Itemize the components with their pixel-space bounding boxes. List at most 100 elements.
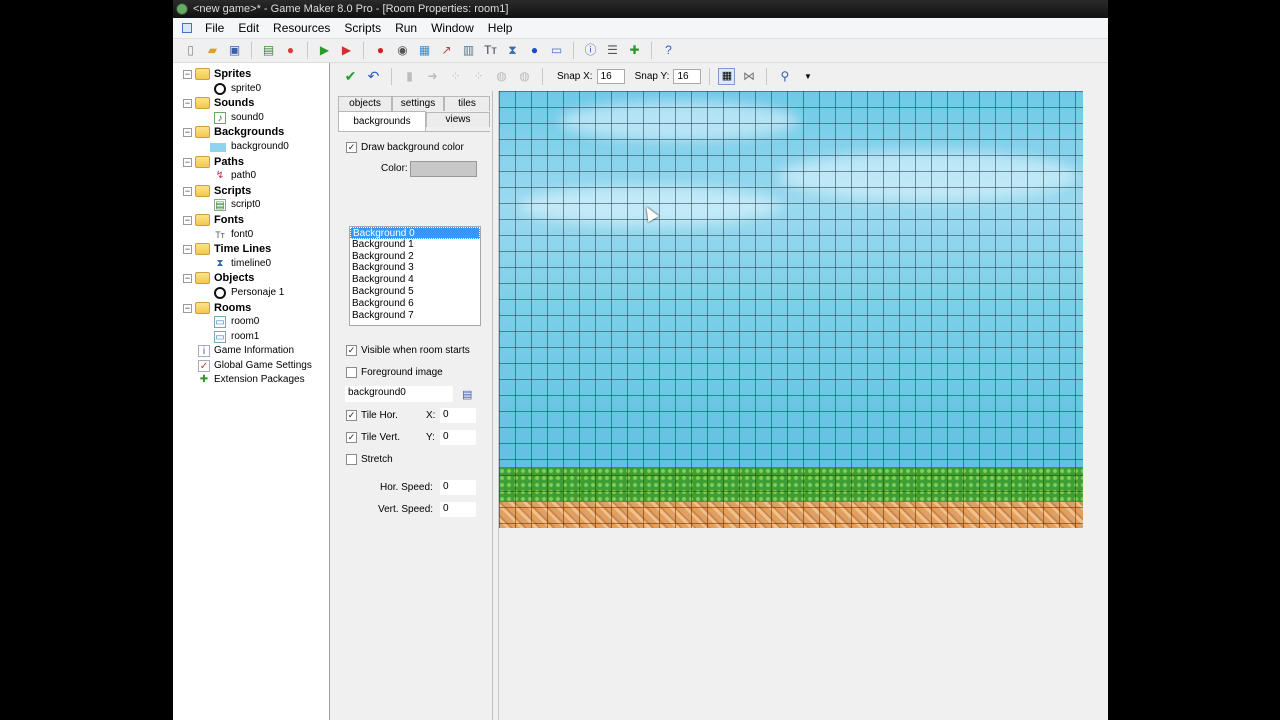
run-icon[interactable]: ▶ bbox=[315, 41, 334, 60]
grid-toggle-icon[interactable]: ▦ bbox=[718, 67, 736, 85]
tree-group-backgrounds[interactable]: − Backgrounds bbox=[173, 125, 329, 140]
list-item[interactable]: Background 0 bbox=[350, 227, 480, 239]
tree-item-room0[interactable]: ▭ room0 bbox=[173, 315, 329, 330]
tab-backgrounds[interactable]: backgrounds bbox=[338, 111, 426, 131]
snap-y-field[interactable]: 16 bbox=[673, 68, 702, 84]
room-canvas[interactable] bbox=[498, 91, 1108, 720]
tree-item-font0[interactable]: Tт font0 bbox=[173, 228, 329, 243]
list-item[interactable]: Background 7 bbox=[350, 310, 480, 322]
tree-group-sprites[interactable]: − Sprites bbox=[173, 67, 329, 82]
collapse-icon[interactable]: − bbox=[183, 215, 192, 225]
color-swatch[interactable] bbox=[410, 161, 477, 177]
save-icon[interactable]: ▣ bbox=[225, 41, 244, 60]
tree-item-extension-packages[interactable]: ✚ Extension Packages bbox=[173, 373, 329, 388]
collapse-icon[interactable]: − bbox=[183, 303, 192, 313]
shift-icon[interactable]: ➜ bbox=[423, 67, 442, 86]
create-timeline-icon[interactable]: ⧗ bbox=[503, 41, 522, 60]
isometric-grid-icon[interactable]: ⋈ bbox=[739, 67, 758, 86]
background-resource-field[interactable]: background0 bbox=[345, 386, 453, 402]
list-item[interactable]: Background 2 bbox=[350, 251, 480, 263]
publish-icon[interactable]: ● bbox=[281, 41, 300, 60]
tree-item-sprite0[interactable]: sprite0 bbox=[173, 82, 329, 97]
open-icon[interactable]: ▰ bbox=[203, 41, 222, 60]
menu-file[interactable]: File bbox=[198, 18, 231, 39]
create-font-icon[interactable]: Tт bbox=[481, 41, 500, 60]
collapse-icon[interactable]: − bbox=[183, 128, 192, 138]
sort-y-icon[interactable]: ⁘ bbox=[469, 67, 488, 86]
tree-group-paths[interactable]: − Paths bbox=[173, 155, 329, 170]
collapse-icon[interactable]: − bbox=[183, 245, 192, 255]
ok-check-icon[interactable]: ✔ bbox=[341, 67, 360, 86]
create-room-icon[interactable]: ▭ bbox=[547, 41, 566, 60]
create-object-icon[interactable]: ● bbox=[525, 41, 544, 60]
tree-item-personaje-1[interactable]: Personaje 1 bbox=[173, 286, 329, 301]
tree-group-rooms[interactable]: − Rooms bbox=[173, 301, 329, 316]
chevron-down-icon[interactable]: ▼ bbox=[798, 67, 817, 86]
list-item[interactable]: Background 4 bbox=[350, 274, 480, 286]
collapse-icon[interactable]: − bbox=[183, 157, 192, 167]
document-icon[interactable] bbox=[182, 23, 192, 33]
tree-item-global-game-settings[interactable]: ✓ Global Game Settings bbox=[173, 359, 329, 374]
foreground-checkbox[interactable] bbox=[346, 367, 357, 378]
menu-window[interactable]: Window bbox=[424, 18, 481, 39]
menu-help[interactable]: Help bbox=[481, 18, 520, 39]
create-sprite-icon[interactable]: ● bbox=[371, 41, 390, 60]
tree-item-sound0[interactable]: ♪ sound0 bbox=[173, 111, 329, 126]
collapse-icon[interactable]: − bbox=[183, 186, 192, 196]
clear-icon[interactable]: ▮ bbox=[400, 67, 419, 86]
tree-item-room1[interactable]: ▭ room1 bbox=[173, 330, 329, 345]
create-script-icon[interactable]: ▥ bbox=[459, 41, 478, 60]
create-sound-icon[interactable]: ◉ bbox=[393, 41, 412, 60]
tab-objects[interactable]: objects bbox=[338, 96, 392, 111]
menu-resources[interactable]: Resources bbox=[266, 18, 337, 39]
stretch-checkbox[interactable] bbox=[346, 454, 357, 465]
tree-group-objects[interactable]: − Objects bbox=[173, 271, 329, 286]
undo-icon[interactable]: ↶ bbox=[364, 67, 383, 86]
create-background-icon[interactable]: ▦ bbox=[415, 41, 434, 60]
collapse-icon[interactable]: − bbox=[183, 99, 192, 109]
tab-tiles[interactable]: tiles bbox=[444, 96, 490, 111]
hor-speed-field[interactable]: 0 bbox=[440, 480, 476, 495]
tree-item-script0[interactable]: ▤ script0 bbox=[173, 198, 329, 213]
tree-item-timeline0[interactable]: ⧗ timeline0 bbox=[173, 257, 329, 272]
tree-item-game-information[interactable]: i Game Information bbox=[173, 344, 329, 359]
extensions-icon[interactable]: ✚ bbox=[625, 41, 644, 60]
tile-vert-checkbox[interactable]: ✓ bbox=[346, 432, 357, 443]
collapse-icon[interactable]: − bbox=[183, 274, 192, 284]
new-icon[interactable]: ▯ bbox=[181, 41, 200, 60]
tree-group-timelines[interactable]: − Time Lines bbox=[173, 242, 329, 257]
tree-item-path0[interactable]: ↯ path0 bbox=[173, 169, 329, 184]
menu-edit[interactable]: Edit bbox=[231, 18, 266, 39]
draw-bg-color-checkbox[interactable]: ✓ bbox=[346, 142, 357, 153]
tree-group-scripts[interactable]: − Scripts bbox=[173, 184, 329, 199]
visible-checkbox[interactable]: ✓ bbox=[346, 345, 357, 356]
lock-icon[interactable]: ◍ bbox=[492, 67, 511, 86]
list-item[interactable]: Background 5 bbox=[350, 286, 480, 298]
vert-speed-field[interactable]: 0 bbox=[440, 502, 476, 517]
menu-scripts[interactable]: Scripts bbox=[337, 18, 388, 39]
sort-x-icon[interactable]: ⁘ bbox=[446, 67, 465, 86]
collapse-icon[interactable]: − bbox=[183, 70, 192, 79]
create-path-icon[interactable]: ↗ bbox=[437, 41, 456, 60]
list-item[interactable]: Background 6 bbox=[350, 298, 480, 310]
unlock-icon[interactable]: ◍ bbox=[515, 67, 534, 86]
help-icon[interactable]: ? bbox=[659, 41, 678, 60]
select-resource-icon[interactable]: ▤ bbox=[462, 388, 472, 401]
y-field[interactable]: 0 bbox=[440, 430, 476, 445]
tile-hor-checkbox[interactable]: ✓ bbox=[346, 410, 357, 421]
zoom-icon[interactable]: ⚲ bbox=[775, 67, 794, 86]
create-executable-icon[interactable]: ▤ bbox=[259, 41, 278, 60]
x-field[interactable]: 0 bbox=[440, 408, 476, 423]
global-settings-icon[interactable]: ☰ bbox=[603, 41, 622, 60]
background-list[interactable]: Background 0 Background 1 Background 2 B… bbox=[349, 226, 481, 326]
snap-x-field[interactable]: 16 bbox=[596, 68, 625, 84]
tree-item-background0[interactable]: background0 bbox=[173, 140, 329, 155]
game-info-icon[interactable]: ⓘ bbox=[581, 41, 600, 60]
room-preview[interactable] bbox=[499, 91, 1083, 528]
menu-run[interactable]: Run bbox=[388, 18, 424, 39]
tab-views[interactable]: views bbox=[426, 112, 490, 127]
tree-group-fonts[interactable]: − Fonts bbox=[173, 213, 329, 228]
list-item[interactable]: Background 3 bbox=[350, 262, 480, 274]
list-item[interactable]: Background 1 bbox=[350, 239, 480, 251]
tree-group-sounds[interactable]: − Sounds bbox=[173, 96, 329, 111]
